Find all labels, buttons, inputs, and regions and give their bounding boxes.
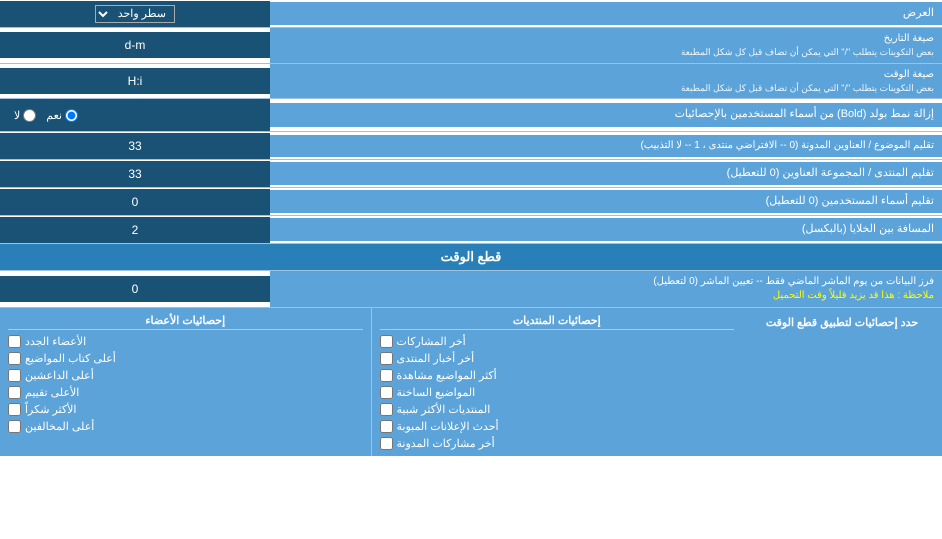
forum-stats-col: إحصائيات المنتديات أخر المشاركات أخر أخب… (372, 308, 743, 456)
data-sort-row: فرز البيانات من يوم الماشر الماضي فقط --… (0, 271, 942, 308)
data-sort-field[interactable] (6, 282, 264, 296)
display-input[interactable]: سطر واحد سطرين ثلاثة أسطر (0, 1, 270, 27)
checkbox-last-news[interactable]: أخر أخبار المنتدى (380, 350, 735, 367)
time-format-label: صيغة الوقت بعض التكوينات يتطلب "/" التي … (270, 64, 942, 99)
trim-topics-label: تقليم الموضوع / العناوين المدونة (0 -- ا… (270, 135, 942, 157)
display-row: العرض سطر واحد سطرين ثلاثة أسطر (0, 0, 942, 28)
time-format-field[interactable] (6, 74, 264, 88)
bold-remove-row: إزالة نمط بولد (Bold) من أسماء المستخدمي… (0, 99, 942, 132)
checkbox-new-members[interactable]: الأعضاء الجدد (8, 333, 363, 350)
trim-topics-row: تقليم الموضوع / العناوين المدونة (0 -- ا… (0, 132, 942, 160)
cell-spacing-row: المسافة بين الخلايا (بالبكسل) (0, 216, 942, 244)
checkbox-similar-forums[interactable]: المنتديات الأكثر شبية (380, 401, 735, 418)
trim-forum-input[interactable] (0, 161, 270, 187)
date-format-field[interactable] (6, 38, 264, 52)
time-format-row: صيغة الوقت بعض التكوينات يتطلب "/" التي … (0, 64, 942, 100)
checkbox-last-posts[interactable]: أخر المشاركات (380, 333, 735, 350)
bold-yes-label[interactable]: نعم (46, 109, 78, 122)
trim-forum-field[interactable] (6, 167, 264, 181)
checkbox-top-online[interactable]: أعلى الداعشين (8, 367, 363, 384)
member-stats-header: إحصائيات الأعضاء (8, 312, 363, 330)
checkbox-most-viewed[interactable]: أكثر المواضيع مشاهدة (380, 367, 735, 384)
date-format-input[interactable] (0, 32, 270, 58)
checkbox-most-thanked[interactable]: الأكثر شكراً (8, 401, 363, 418)
date-format-label: صيغة التاريخ بعض التكوينات يتطلب "/" الت… (270, 28, 942, 63)
checkbox-top-posters[interactable]: أعلى كتاب المواضيع (8, 350, 363, 367)
bold-remove-input: نعم لا (0, 99, 270, 131)
cell-spacing-input[interactable] (0, 217, 270, 243)
checkbox-top-rated[interactable]: الأعلى تقييم (8, 384, 363, 401)
bold-no-radio[interactable] (23, 109, 36, 122)
data-sort-input[interactable] (0, 276, 270, 302)
checkbox-hot-topics[interactable]: المواضيع الساخنة (380, 384, 735, 401)
checkbox-top-warned[interactable]: أعلى المخالفين (8, 418, 363, 435)
trim-users-row: تقليم أسماء المستخدمين (0 للتعطيل) (0, 188, 942, 216)
checkbox-last-blog-posts[interactable]: أخر مشاركات المدونة (380, 435, 735, 452)
bold-no-label[interactable]: لا (14, 109, 36, 122)
trim-topics-input[interactable] (0, 133, 270, 159)
display-label: العرض (270, 2, 942, 25)
trim-users-field[interactable] (6, 195, 264, 209)
bold-yes-radio[interactable] (65, 109, 78, 122)
data-sort-label: فرز البيانات من يوم الماشر الماضي فقط --… (270, 271, 942, 307)
bold-remove-label: إزالة نمط بولد (Bold) من أسماء المستخدمي… (270, 103, 942, 126)
display-select[interactable]: سطر واحد سطرين ثلاثة أسطر (95, 5, 175, 23)
checkbox-latest-classifieds[interactable]: أحدث الإعلانات المبوبة (380, 418, 735, 435)
col-divider (371, 308, 372, 456)
trim-topics-field[interactable] (6, 139, 264, 153)
realtime-header: قطع الوقت (0, 244, 942, 271)
forum-stats-header: إحصائيات المنتديات (380, 312, 735, 330)
member-stats-col: إحصائيات الأعضاء الأعضاء الجدد أعلى كتاب… (0, 308, 371, 456)
trim-users-label: تقليم أسماء المستخدمين (0 للتعطيل) (270, 190, 942, 213)
trim-forum-label: تقليم المنتدى / المجموعة العناوين (0 للت… (270, 162, 942, 185)
time-format-input[interactable] (0, 68, 270, 94)
trim-forum-row: تقليم المنتدى / المجموعة العناوين (0 للت… (0, 160, 942, 188)
cell-spacing-field[interactable] (6, 223, 264, 237)
checkboxes-apply-label: حدد إحصائيات لتطبيق قطع الوقت (742, 308, 942, 456)
date-format-row: صيغة التاريخ بعض التكوينات يتطلب "/" الت… (0, 28, 942, 64)
cell-spacing-label: المسافة بين الخلايا (بالبكسل) (270, 218, 942, 241)
checkboxes-section: حدد إحصائيات لتطبيق قطع الوقت إحصائيات ا… (0, 308, 942, 456)
trim-users-input[interactable] (0, 189, 270, 215)
